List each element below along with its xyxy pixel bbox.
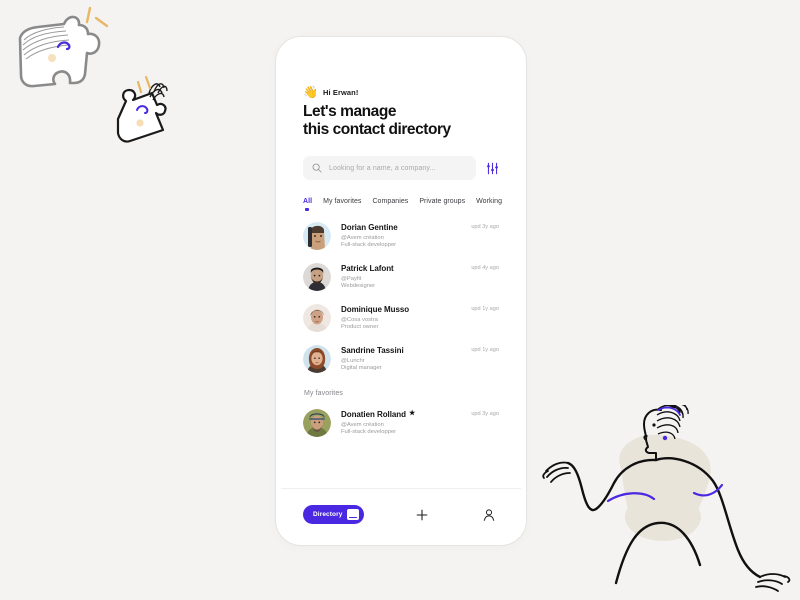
tab-private-groups[interactable]: Private groups xyxy=(419,198,465,211)
app-header: 👋 Hi Erwan! Let's manage this contact di… xyxy=(281,42,521,139)
person-icon xyxy=(483,508,495,521)
contact-info: Dorian Gentine @Avem création Full-stack… xyxy=(341,223,461,250)
contact-name: Sandrine Tassini xyxy=(341,346,461,356)
contact-company: @Cosa vostra xyxy=(341,316,378,323)
contact-info: Donatien Rolland ★ @Avem création Full-s… xyxy=(341,410,461,437)
phone-screen: 👋 Hi Erwan! Let's manage this contact di… xyxy=(281,42,521,540)
nav-directory-label: Directory xyxy=(313,511,343,518)
contact-updated: upd 1y ago xyxy=(471,306,499,313)
contact-name-text: Sandrine Tassini xyxy=(341,345,404,355)
contact-company: @Avem création xyxy=(341,421,384,428)
plus-icon xyxy=(416,509,428,520)
contact-name: Dorian Gentine xyxy=(341,223,461,233)
contact-list[interactable]: Dorian Gentine @Avem création Full-stack… xyxy=(281,211,521,488)
nav-directory-button[interactable]: Directory xyxy=(303,505,365,524)
woman-illustration xyxy=(542,405,791,592)
book-icon xyxy=(347,509,360,520)
contact-name: Dominique Musso xyxy=(341,305,461,315)
bottom-navigation-bar: Directory xyxy=(281,488,521,540)
tab-companies[interactable]: Companies xyxy=(372,198,408,211)
contact-name-text: Dorian Gentine xyxy=(341,222,398,232)
nav-profile-button[interactable] xyxy=(479,505,499,525)
list-item[interactable]: Dorian Gentine @Avem création Full-stack… xyxy=(303,216,499,257)
avatar xyxy=(303,409,331,438)
contact-role: Full-stack developper xyxy=(341,242,397,249)
tab-my-favorites[interactable]: My favorites xyxy=(323,198,361,211)
headline-line-1: Let's manage xyxy=(303,103,397,120)
nav-add-button[interactable] xyxy=(412,505,432,525)
list-item[interactable]: Donatien Rolland ★ @Avem création Full-s… xyxy=(303,403,499,444)
list-item[interactable]: Sandrine Tassini @Lunchr Digital manager… xyxy=(303,339,499,380)
contact-name: Patrick Lafont xyxy=(341,264,461,274)
headline-line-2: this contact directory xyxy=(303,121,451,139)
list-item[interactable]: Patrick Lafont @Payfit Webdesigner upd 4… xyxy=(303,257,499,298)
avatar xyxy=(303,345,331,374)
avatar xyxy=(303,263,331,292)
contact-updated: upd 3y ago xyxy=(471,411,499,418)
contact-name-text: Donatien Rolland xyxy=(341,409,406,419)
avatar xyxy=(303,304,331,333)
favorite-star-icon: ★ xyxy=(408,410,416,418)
greeting-text: Hi Erwan! xyxy=(322,87,359,97)
contact-role: Full-stack developper xyxy=(341,429,397,436)
sliders-icon xyxy=(486,162,498,175)
puzzle-character-left-illustration xyxy=(18,6,109,88)
filter-button[interactable] xyxy=(485,161,499,175)
search-input[interactable]: Looking for a name, a company... xyxy=(303,156,476,181)
wave-hand-icon: 👋 xyxy=(303,85,318,99)
puzzle-character-right-illustration xyxy=(116,75,168,143)
contact-updated: upd 3y ago xyxy=(471,224,499,231)
contact-name-text: Dominique Musso xyxy=(341,304,410,314)
phone-mockup-frame: 👋 Hi Erwan! Let's manage this contact di… xyxy=(275,36,527,546)
search-row: Looking for a name, a company... xyxy=(281,139,521,181)
page-title: Let's manage this contact directory xyxy=(303,103,499,139)
contact-company: @Lunchr xyxy=(341,357,365,364)
contact-updated: upd 1y ago xyxy=(471,347,499,354)
contact-info: Sandrine Tassini @Lunchr Digital manager xyxy=(341,346,461,373)
tab-bar: All My favorites Companies Private group… xyxy=(281,180,521,212)
contact-info: Patrick Lafont @Payfit Webdesigner xyxy=(341,264,461,291)
contact-role: Webdesigner xyxy=(341,283,376,290)
contact-name: Donatien Rolland ★ xyxy=(341,410,461,420)
list-item[interactable]: Dominique Musso @Cosa vostra Product own… xyxy=(303,298,499,339)
search-icon xyxy=(312,163,322,173)
contact-updated: upd 4y ago xyxy=(471,265,499,272)
section-label-my-favorites: My favorites xyxy=(304,390,343,398)
tab-working[interactable]: Working xyxy=(476,198,502,211)
contact-company: @Payfit xyxy=(341,275,362,282)
contact-info: Dominique Musso @Cosa vostra Product own… xyxy=(341,305,461,332)
avatar xyxy=(303,222,331,251)
contact-company: @Avem création xyxy=(341,234,384,241)
search-placeholder: Looking for a name, a company... xyxy=(329,164,436,172)
contact-role: Product owner xyxy=(341,324,379,331)
greeting-row: 👋 Hi Erwan! xyxy=(303,86,499,98)
tab-all[interactable]: All xyxy=(303,198,312,212)
contact-role: Digital manager xyxy=(341,365,382,372)
contact-name-text: Patrick Lafont xyxy=(341,263,394,273)
